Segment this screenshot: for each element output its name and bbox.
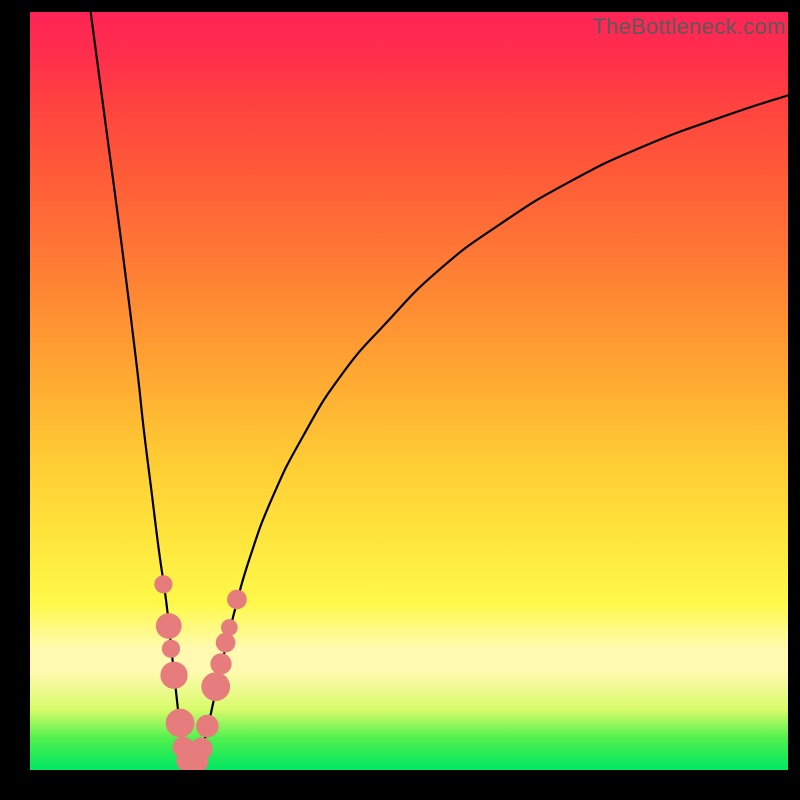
data-marker <box>210 653 231 674</box>
data-marker <box>201 672 230 701</box>
data-marker <box>227 590 247 610</box>
data-marker <box>216 633 236 653</box>
data-marker <box>196 715 219 738</box>
data-marker <box>160 662 187 689</box>
data-marker <box>221 619 238 636</box>
data-marker <box>156 613 182 639</box>
chart-frame: TheBottleneck.com <box>0 0 800 800</box>
data-marker <box>190 737 213 760</box>
data-marker <box>166 709 195 738</box>
data-marker <box>154 575 172 593</box>
watermark-text: TheBottleneck.com <box>593 14 786 40</box>
bottleneck-curve <box>91 12 788 766</box>
curve-svg <box>30 12 788 770</box>
gradient-plot-area <box>30 12 788 770</box>
data-marker <box>162 640 180 658</box>
curve-markers <box>154 575 246 770</box>
